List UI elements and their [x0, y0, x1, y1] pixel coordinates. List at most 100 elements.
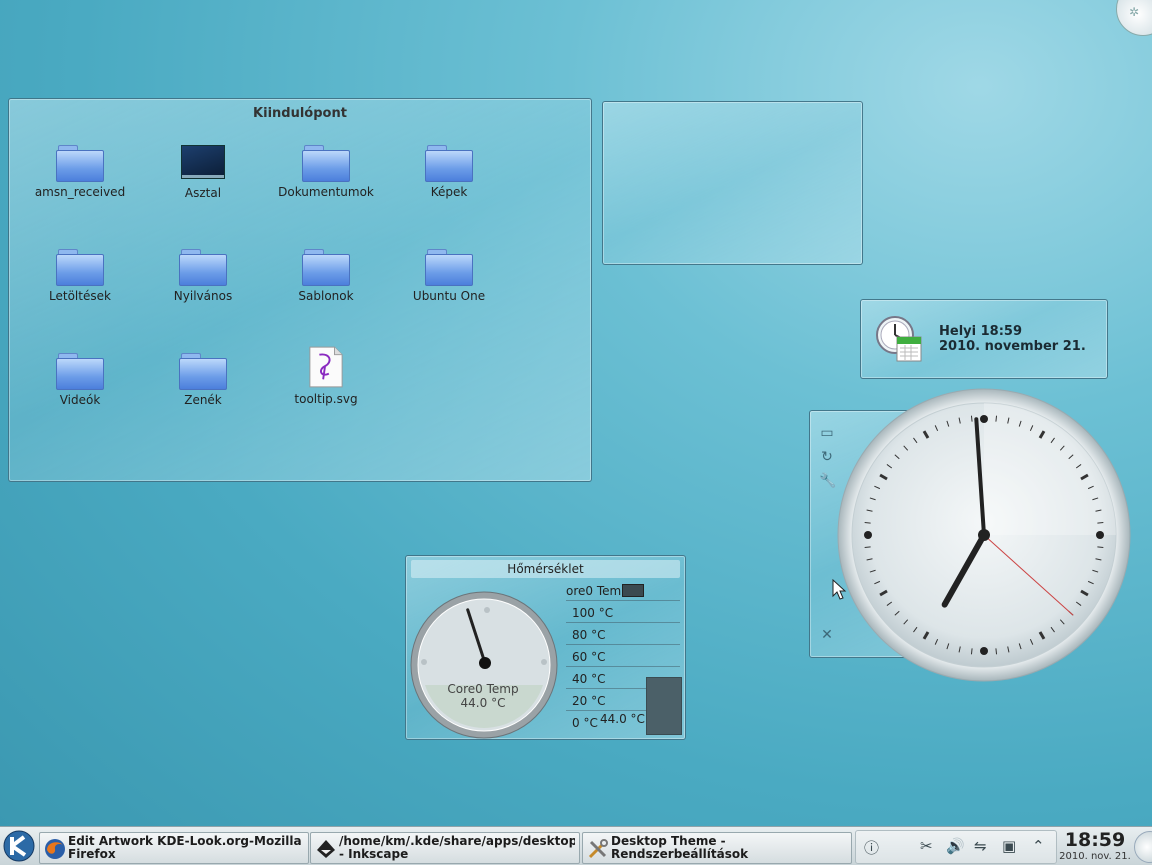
cashew-icon: ✲ — [1129, 5, 1140, 19]
folder-item-label: Nyilvános — [173, 289, 233, 303]
clock-tick — [1097, 546, 1104, 549]
folder-icon — [56, 145, 104, 182]
scale-label: 40 °C — [572, 672, 606, 686]
clock-tick — [980, 647, 988, 655]
tray-expand-icon[interactable]: ⌃ — [1032, 837, 1045, 855]
folder-item[interactable]: Asztal — [143, 145, 263, 200]
empty-widget — [602, 101, 863, 265]
temperature-title: Hőmérséklet — [411, 560, 680, 578]
local-date: 2010. november 21. — [939, 339, 1086, 354]
folder-icon — [179, 353, 227, 390]
clock-tick — [1097, 521, 1104, 524]
folder-item[interactable]: tooltip.svg — [266, 346, 386, 406]
device-notifier-icon[interactable]: ▣ — [1002, 837, 1016, 855]
folder-icon — [302, 249, 350, 286]
settings-tools-icon — [588, 839, 608, 859]
clock-tick — [980, 415, 988, 423]
clock-tick — [995, 415, 998, 422]
folder-icon — [425, 145, 473, 182]
scale-row: 100 °C — [566, 600, 680, 623]
clock-tick — [1096, 531, 1104, 539]
task-title-line2: Firefox — [68, 847, 116, 861]
rotate-icon[interactable]: ↻ — [819, 449, 835, 465]
system-tray: ⓘ ✂ 🔊 ⇋ ▣ ⌃ — [855, 830, 1057, 864]
clock-date-widget[interactable]: Helyi 18:59 2010. november 21. — [860, 299, 1108, 379]
task-button-firefox[interactable]: Edit Artwork KDE-Look.org-Mozilla Firefox — [39, 832, 309, 864]
taskbar-clock-time: 18:59 — [1064, 829, 1126, 851]
folder-item-label: amsn_received — [34, 185, 126, 199]
clock-tick — [864, 521, 871, 524]
volume-icon[interactable]: 🔊 — [946, 837, 965, 855]
folder-icon — [302, 145, 350, 182]
desktop-toolbox-cashew[interactable]: ✲ — [1116, 0, 1152, 36]
network-icon[interactable]: ⇋ — [974, 837, 987, 855]
clock-tick — [864, 531, 872, 539]
scale-label: 0 °C — [572, 716, 598, 730]
folder-item[interactable]: Letöltések — [20, 249, 140, 303]
folder-item-label: Letöltések — [49, 289, 111, 303]
folder-view-title: Kiindulópont — [253, 106, 347, 121]
temperature-widget: Hőmérséklet Core0 Temp 44.0 °C ore0 Tem … — [405, 555, 686, 740]
mouse-cursor-icon — [832, 579, 847, 600]
folder-item[interactable]: amsn_received — [20, 145, 140, 199]
gauge-value: 44.0 °C — [460, 696, 506, 710]
firefox-icon — [45, 839, 65, 859]
clock-tick — [995, 648, 998, 655]
svg-file-icon — [309, 346, 343, 388]
desktop-icon — [181, 145, 225, 179]
folder-item-label: Zenék — [184, 393, 222, 407]
local-time: Helyi 18:59 — [939, 324, 1022, 339]
folder-icon — [425, 249, 473, 286]
task-button-inkscape[interactable]: /home/km/.kde/share/apps/desktopthe - Ink… — [310, 832, 580, 864]
graph-legend: ore0 Tem — [566, 580, 680, 601]
scale-label: 60 °C — [572, 650, 606, 664]
scale-label: 80 °C — [572, 628, 606, 642]
clipboard-scissors-icon[interactable]: ✂ — [920, 837, 933, 855]
task-title-line2: - Inkscape — [339, 847, 409, 861]
scale-label: 100 °C — [572, 606, 614, 620]
folder-item[interactable]: Zenék — [143, 353, 263, 407]
scale-label: 20 °C — [572, 694, 606, 708]
folder-item[interactable]: Ubuntu One — [389, 249, 509, 303]
scale-row: 60 °C — [566, 644, 680, 667]
taskbar: Edit Artwork KDE-Look.org-Mozilla Firefox… — [0, 826, 1152, 865]
analog-clock — [837, 388, 1131, 682]
temperature-history-bars — [646, 677, 682, 735]
folder-item-label: Asztal — [184, 186, 222, 200]
folder-item-label: Videók — [59, 393, 101, 407]
folder-item[interactable]: Sablonok — [266, 249, 386, 303]
folder-icon — [179, 249, 227, 286]
inkscape-icon — [317, 840, 335, 858]
folder-view-widget: Kiindulópont amsn_received Asztal Dokume… — [8, 98, 592, 482]
folder-icon — [56, 249, 104, 286]
clock-calendar-icon — [876, 316, 922, 362]
folder-item[interactable]: Képek — [389, 145, 509, 199]
current-temperature: 44.0 °C — [600, 712, 645, 726]
clock-center — [978, 529, 990, 541]
configure-background-icon[interactable]: ▭ — [819, 425, 835, 441]
info-icon[interactable]: ⓘ — [864, 837, 879, 858]
legend-swatch — [622, 584, 644, 597]
folder-item-label: Sablonok — [298, 289, 354, 303]
folder-item-label: Dokumentumok — [278, 185, 374, 199]
taskbar-clock-date: 2010. nov. 21. — [1059, 851, 1131, 862]
scale-row: 80 °C — [566, 622, 680, 645]
folder-item[interactable]: Dokumentumok — [266, 145, 386, 199]
kde-menu-icon[interactable] — [2, 829, 36, 863]
taskbar-clock[interactable]: 18:59 2010. nov. 21. — [1058, 829, 1132, 863]
clock-tick — [970, 415, 973, 422]
task-button-system-settings[interactable]: Desktop Theme - Rendszerbeállítások — [582, 832, 852, 864]
folder-icon — [56, 353, 104, 390]
folder-item[interactable]: Nyilvános — [143, 249, 263, 303]
gauge-label: Core0 Temp — [447, 682, 519, 696]
temperature-gauge — [410, 591, 558, 739]
close-icon[interactable]: ✕ — [819, 627, 835, 643]
clock-tick — [970, 648, 973, 655]
legend-label: ore0 Tem — [566, 584, 622, 598]
task-title-line2: Rendszerbeállítások — [611, 847, 749, 861]
wrench-icon[interactable]: 🔧 — [819, 473, 836, 489]
folder-item[interactable]: Videók — [20, 353, 140, 407]
folder-item-label: Ubuntu One — [412, 289, 486, 303]
clock-tick — [864, 546, 871, 549]
panel-toolbox-cashew[interactable] — [1134, 831, 1152, 863]
